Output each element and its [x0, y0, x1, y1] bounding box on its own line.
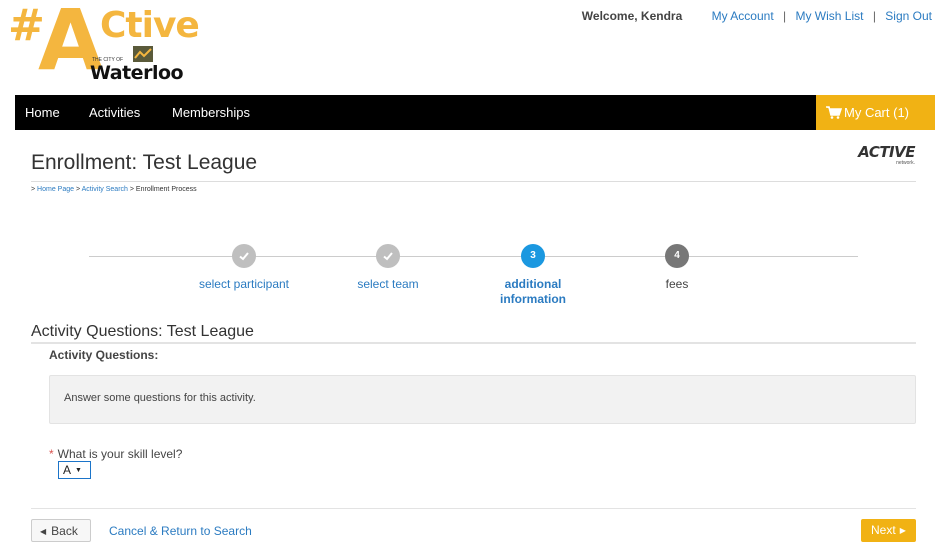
breadcrumb: > Home Page > Activity Search > Enrollme…: [31, 186, 197, 193]
skill-level-value: A: [63, 463, 72, 477]
step-additional-information: 3 additional information: [473, 244, 593, 307]
my-cart-button[interactable]: My Cart (1): [816, 95, 935, 130]
nav-item-activities[interactable]: Activities: [89, 105, 140, 120]
cancel-return-to-search-link[interactable]: Cancel & Return to Search: [109, 524, 252, 538]
section-title: Activity Questions: Test League: [31, 323, 254, 340]
main-nav-bar: Home Activities Memberships My Cart (1): [15, 95, 935, 130]
step-fees: 4 fees: [617, 244, 737, 292]
logo-city-name: Waterloo: [90, 62, 184, 84]
city-of-waterloo-active-logo[interactable]: # A Ctive THE CITY OF Waterloo: [8, 0, 200, 92]
link-separator: |: [783, 9, 787, 23]
required-mark: *: [49, 447, 54, 461]
chevron-down-icon: ▼: [75, 467, 82, 474]
next-label: Next: [871, 523, 896, 537]
breadcrumb-current: Enrollment Process: [135, 186, 197, 193]
next-button[interactable]: Next ▶: [861, 519, 916, 542]
step-number-badge: 4: [665, 244, 689, 268]
sign-out-link[interactable]: Sign Out: [885, 9, 932, 23]
step-complete-badge: [376, 244, 400, 268]
title-divider: [31, 181, 916, 182]
info-panel: Answer some questions for this activity.: [49, 375, 916, 424]
waterloo-mark-icon: [133, 46, 153, 62]
active-logo-word: ACTIVE: [858, 143, 915, 161]
section-divider: [31, 342, 916, 344]
info-text: Answer some questions for this activity.: [64, 392, 256, 404]
active-logo-sub: network.: [896, 160, 915, 166]
logo-ctive: Ctive: [100, 5, 200, 46]
nav-item-memberships[interactable]: Memberships: [172, 105, 250, 120]
step-label: select team: [357, 277, 419, 291]
my-wish-list-link[interactable]: My Wish List: [795, 9, 863, 23]
skill-level-question: * What is your skill level?: [49, 447, 182, 461]
skill-level-select[interactable]: A ▼: [58, 461, 91, 479]
nav-item-home[interactable]: Home: [25, 105, 60, 120]
next-arrow-icon: ▶: [899, 526, 906, 535]
footer-divider: [31, 508, 916, 509]
step-label: additional information: [500, 277, 566, 306]
activity-questions-heading: Activity Questions:: [49, 348, 159, 362]
breadcrumb-home-link[interactable]: Home Page: [37, 186, 74, 193]
welcome-text: Welcome, Kendra: [581, 9, 683, 23]
question-text: What is your skill level?: [57, 447, 183, 461]
step-label: fees: [665, 277, 689, 291]
breadcrumb-separator: >: [129, 186, 134, 193]
active-network-logo: ACTIVE network.: [858, 145, 915, 166]
account-links: Welcome, Kendra My Account | My Wish Lis…: [582, 9, 932, 23]
page-title: Enrollment: Test League: [31, 151, 258, 174]
link-separator: |: [872, 9, 876, 23]
step-label: select participant: [198, 277, 290, 291]
breadcrumb-separator: >: [75, 186, 81, 193]
step-select-participant[interactable]: select participant: [184, 244, 304, 292]
step-number-badge: 3: [521, 244, 545, 268]
step-complete-badge: [232, 244, 256, 268]
check-icon: [239, 252, 249, 261]
back-button[interactable]: ◀ Back: [31, 519, 91, 542]
back-label: Back: [51, 524, 78, 538]
my-cart-label: My Cart (1): [844, 105, 909, 120]
check-icon: [383, 252, 393, 261]
shopping-cart-icon: [826, 106, 843, 119]
back-arrow-icon: ◀: [40, 527, 47, 536]
breadcrumb-separator: >: [31, 186, 36, 193]
step-select-team[interactable]: select team: [328, 244, 448, 292]
my-account-link[interactable]: My Account: [712, 9, 774, 23]
breadcrumb-activity-search-link[interactable]: Activity Search: [82, 186, 128, 193]
